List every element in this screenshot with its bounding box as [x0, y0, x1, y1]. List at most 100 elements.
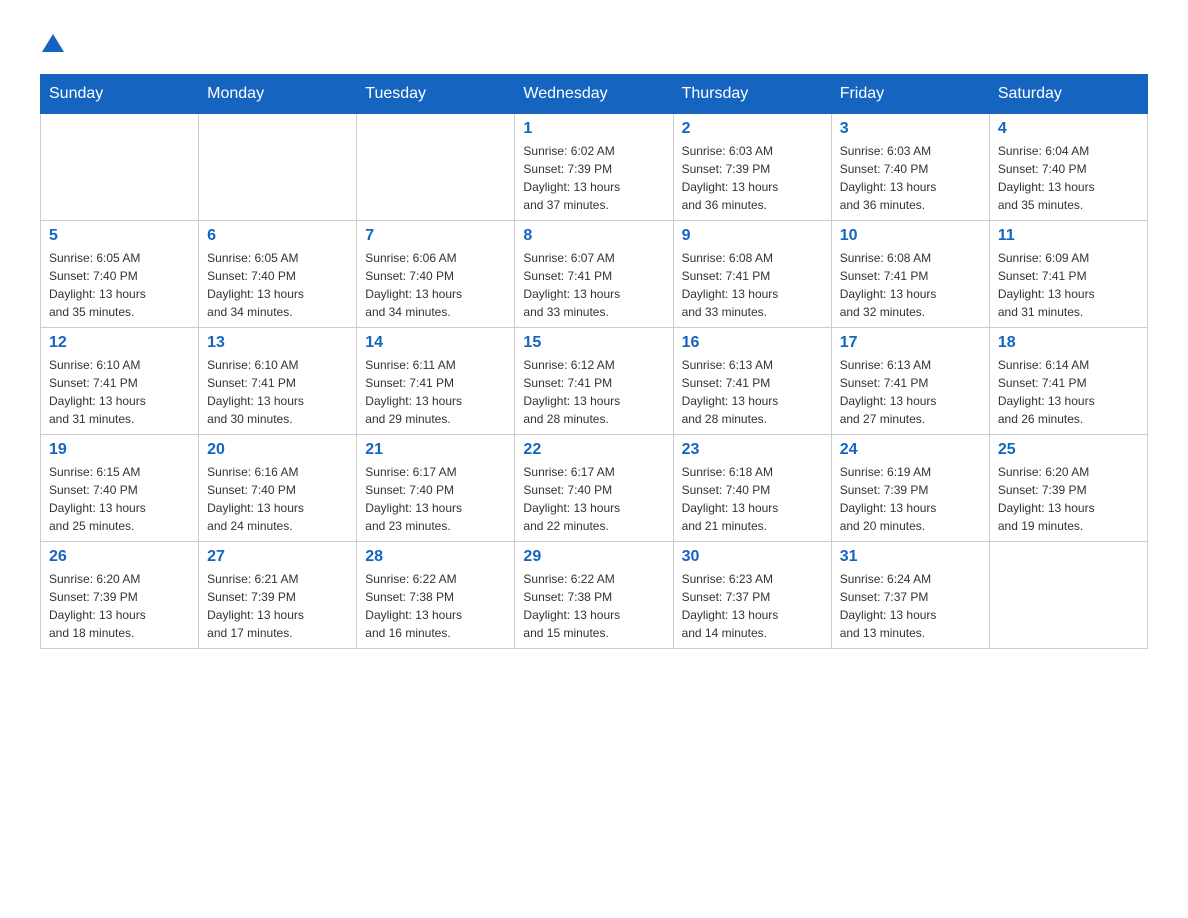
- day-info: Sunrise: 6:17 AM Sunset: 7:40 PM Dayligh…: [365, 463, 506, 535]
- day-info: Sunrise: 6:04 AM Sunset: 7:40 PM Dayligh…: [998, 142, 1139, 214]
- day-number: 12: [49, 334, 190, 352]
- calendar-cell: [41, 114, 199, 221]
- calendar-cell: 11 Sunrise: 6:09 AM Sunset: 7:41 PM Dayli…: [989, 221, 1147, 328]
- day-info: Sunrise: 6:12 AM Sunset: 7:41 PM Dayligh…: [523, 356, 664, 428]
- calendar-cell: 18 Sunrise: 6:14 AM Sunset: 7:41 PM Dayli…: [989, 328, 1147, 435]
- calendar-cell: 27Sunrise: 6:21 AM Sunset: 7:39 PM Dayli…: [199, 542, 357, 649]
- day-info: Sunrise: 6:08 AM Sunset: 7:41 PM Dayligh…: [682, 249, 823, 321]
- calendar-cell: 26Sunrise: 6:20 AM Sunset: 7:39 PM Dayli…: [41, 542, 199, 649]
- day-info: Sunrise: 6:09 AM Sunset: 7:41 PM Dayligh…: [998, 249, 1139, 321]
- calendar-cell: 22 Sunrise: 6:17 AM Sunset: 7:40 PM Dayli…: [515, 435, 673, 542]
- calendar-header-friday: Friday: [831, 75, 989, 114]
- day-info: Sunrise: 6:10 AM Sunset: 7:41 PM Dayligh…: [207, 356, 348, 428]
- day-info: Sunrise: 6:13 AM Sunset: 7:41 PM Dayligh…: [682, 356, 823, 428]
- day-info: Sunrise: 6:22 AM Sunset: 7:38 PM Dayligh…: [365, 570, 506, 642]
- day-number: 28: [365, 548, 506, 566]
- day-number: 15: [523, 334, 664, 352]
- calendar-cell: 13 Sunrise: 6:10 AM Sunset: 7:41 PM Dayli…: [199, 328, 357, 435]
- day-number: 17: [840, 334, 981, 352]
- day-number: 24: [840, 441, 981, 459]
- day-number: 22: [523, 441, 664, 459]
- calendar-table: SundayMondayTuesdayWednesdayThursdayFrid…: [40, 74, 1148, 649]
- calendar-cell: 7 Sunrise: 6:06 AM Sunset: 7:40 PM Daylig…: [357, 221, 515, 328]
- calendar-header-wednesday: Wednesday: [515, 75, 673, 114]
- day-info: Sunrise: 6:05 AM Sunset: 7:40 PM Dayligh…: [49, 249, 190, 321]
- calendar-header-tuesday: Tuesday: [357, 75, 515, 114]
- calendar-week-row: 5 Sunrise: 6:05 AM Sunset: 7:40 PM Daylig…: [41, 221, 1148, 328]
- calendar-cell: 24Sunrise: 6:19 AM Sunset: 7:39 PM Dayli…: [831, 435, 989, 542]
- calendar-cell: 6 Sunrise: 6:05 AM Sunset: 7:40 PM Daylig…: [199, 221, 357, 328]
- day-number: 30: [682, 548, 823, 566]
- calendar-cell: 10 Sunrise: 6:08 AM Sunset: 7:41 PM Dayli…: [831, 221, 989, 328]
- calendar-week-row: 19 Sunrise: 6:15 AM Sunset: 7:40 PM Dayli…: [41, 435, 1148, 542]
- day-number: 13: [207, 334, 348, 352]
- day-info: Sunrise: 6:08 AM Sunset: 7:41 PM Dayligh…: [840, 249, 981, 321]
- day-number: 10: [840, 227, 981, 245]
- calendar-cell: 31 Sunrise: 6:24 AM Sunset: 7:37 PM Dayli…: [831, 542, 989, 649]
- day-info: Sunrise: 6:15 AM Sunset: 7:40 PM Dayligh…: [49, 463, 190, 535]
- calendar-cell: [357, 114, 515, 221]
- day-info: Sunrise: 6:03 AM Sunset: 7:40 PM Dayligh…: [840, 142, 981, 214]
- calendar-week-row: 26Sunrise: 6:20 AM Sunset: 7:39 PM Dayli…: [41, 542, 1148, 649]
- day-number: 3: [840, 120, 981, 138]
- day-number: 8: [523, 227, 664, 245]
- day-number: 5: [49, 227, 190, 245]
- logo-triangle-icon: [42, 32, 64, 54]
- calendar-cell: 1 Sunrise: 6:02 AM Sunset: 7:39 PM Daylig…: [515, 114, 673, 221]
- calendar-week-row: 1 Sunrise: 6:02 AM Sunset: 7:39 PM Daylig…: [41, 114, 1148, 221]
- calendar-cell: 12 Sunrise: 6:10 AM Sunset: 7:41 PM Dayli…: [41, 328, 199, 435]
- day-number: 26: [49, 548, 190, 566]
- calendar-cell: 14 Sunrise: 6:11 AM Sunset: 7:41 PM Dayli…: [357, 328, 515, 435]
- day-number: 27: [207, 548, 348, 566]
- day-number: 29: [523, 548, 664, 566]
- calendar-cell: 5 Sunrise: 6:05 AM Sunset: 7:40 PM Daylig…: [41, 221, 199, 328]
- calendar-cell: 21 Sunrise: 6:17 AM Sunset: 7:40 PM Dayli…: [357, 435, 515, 542]
- calendar-cell: 3 Sunrise: 6:03 AM Sunset: 7:40 PM Daylig…: [831, 114, 989, 221]
- day-info: Sunrise: 6:06 AM Sunset: 7:40 PM Dayligh…: [365, 249, 506, 321]
- day-number: 9: [682, 227, 823, 245]
- day-number: 6: [207, 227, 348, 245]
- day-number: 14: [365, 334, 506, 352]
- calendar-cell: [199, 114, 357, 221]
- calendar-cell: 2Sunrise: 6:03 AM Sunset: 7:39 PM Daylig…: [673, 114, 831, 221]
- calendar-header-row: SundayMondayTuesdayWednesdayThursdayFrid…: [41, 75, 1148, 114]
- day-number: 16: [682, 334, 823, 352]
- calendar-cell: 29Sunrise: 6:22 AM Sunset: 7:38 PM Dayli…: [515, 542, 673, 649]
- day-number: 19: [49, 441, 190, 459]
- day-info: Sunrise: 6:10 AM Sunset: 7:41 PM Dayligh…: [49, 356, 190, 428]
- day-info: Sunrise: 6:07 AM Sunset: 7:41 PM Dayligh…: [523, 249, 664, 321]
- day-number: 21: [365, 441, 506, 459]
- day-info: Sunrise: 6:11 AM Sunset: 7:41 PM Dayligh…: [365, 356, 506, 428]
- day-info: Sunrise: 6:13 AM Sunset: 7:41 PM Dayligh…: [840, 356, 981, 428]
- day-number: 7: [365, 227, 506, 245]
- day-info: Sunrise: 6:02 AM Sunset: 7:39 PM Dayligh…: [523, 142, 664, 214]
- day-info: Sunrise: 6:14 AM Sunset: 7:41 PM Dayligh…: [998, 356, 1139, 428]
- calendar-cell: 4Sunrise: 6:04 AM Sunset: 7:40 PM Daylig…: [989, 114, 1147, 221]
- day-number: 11: [998, 227, 1139, 245]
- day-info: Sunrise: 6:24 AM Sunset: 7:37 PM Dayligh…: [840, 570, 981, 642]
- calendar-cell: 16 Sunrise: 6:13 AM Sunset: 7:41 PM Dayli…: [673, 328, 831, 435]
- day-number: 23: [682, 441, 823, 459]
- day-info: Sunrise: 6:20 AM Sunset: 7:39 PM Dayligh…: [998, 463, 1139, 535]
- calendar-week-row: 12 Sunrise: 6:10 AM Sunset: 7:41 PM Dayli…: [41, 328, 1148, 435]
- day-number: 1: [523, 120, 664, 138]
- day-number: 20: [207, 441, 348, 459]
- calendar-cell: 8 Sunrise: 6:07 AM Sunset: 7:41 PM Daylig…: [515, 221, 673, 328]
- logo: [40, 30, 64, 54]
- day-number: 25: [998, 441, 1139, 459]
- calendar-cell: 23 Sunrise: 6:18 AM Sunset: 7:40 PM Dayli…: [673, 435, 831, 542]
- day-number: 18: [998, 334, 1139, 352]
- page-header: [40, 30, 1148, 54]
- day-info: Sunrise: 6:05 AM Sunset: 7:40 PM Dayligh…: [207, 249, 348, 321]
- calendar-header-sunday: Sunday: [41, 75, 199, 114]
- day-info: Sunrise: 6:16 AM Sunset: 7:40 PM Dayligh…: [207, 463, 348, 535]
- day-info: Sunrise: 6:18 AM Sunset: 7:40 PM Dayligh…: [682, 463, 823, 535]
- calendar-cell: 9 Sunrise: 6:08 AM Sunset: 7:41 PM Daylig…: [673, 221, 831, 328]
- day-info: Sunrise: 6:17 AM Sunset: 7:40 PM Dayligh…: [523, 463, 664, 535]
- calendar-cell: 28 Sunrise: 6:22 AM Sunset: 7:38 PM Dayli…: [357, 542, 515, 649]
- day-number: 31: [840, 548, 981, 566]
- calendar-header-thursday: Thursday: [673, 75, 831, 114]
- calendar-cell: [989, 542, 1147, 649]
- calendar-cell: 30Sunrise: 6:23 AM Sunset: 7:37 PM Dayli…: [673, 542, 831, 649]
- calendar-cell: 19 Sunrise: 6:15 AM Sunset: 7:40 PM Dayli…: [41, 435, 199, 542]
